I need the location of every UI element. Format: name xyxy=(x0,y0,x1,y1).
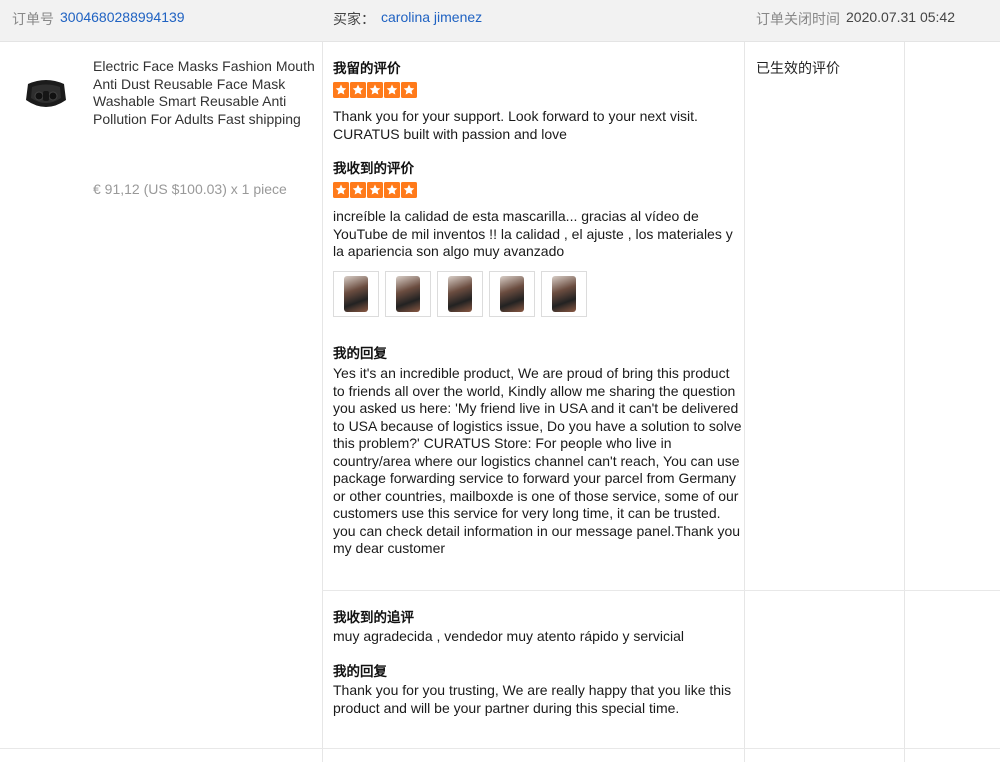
followup-review-title: 我收到的追评 xyxy=(333,610,414,625)
my-review-text: Thank you for your support. Look forward… xyxy=(333,108,698,142)
closed-time-label: 订单关闭时间 xyxy=(756,11,840,27)
face-mask-image[interactable] xyxy=(22,70,70,118)
photo-image xyxy=(500,275,524,312)
my-review-title: 我留的评价 xyxy=(333,61,401,76)
column-divider xyxy=(904,42,905,762)
buyer-label: 买家： xyxy=(333,11,375,27)
received-review-text: increíble la calidad de esta mascarilla.… xyxy=(333,208,733,259)
review-photo-thumbnail[interactable] xyxy=(489,270,535,317)
my-review-section: 我留的评价 Thank you for your support. Look f… xyxy=(333,60,743,143)
review-photo-thumbnail[interactable] xyxy=(437,270,483,317)
star-icon xyxy=(401,82,417,98)
followup-reply-title: 我的回复 xyxy=(333,664,387,679)
followup-reply-text: Thank you for you trusting, We are reall… xyxy=(333,682,732,716)
review-photos xyxy=(333,270,743,317)
star-icon xyxy=(333,82,349,98)
row-divider xyxy=(0,748,1000,749)
received-review-title: 我收到的评价 xyxy=(333,161,414,176)
star-icon xyxy=(384,82,400,98)
star-icon xyxy=(384,182,400,198)
column-divider xyxy=(744,42,745,762)
my-reply-title: 我的回复 xyxy=(333,346,387,361)
received-review-section: 我收到的评价 increíble la calidad de esta masc… xyxy=(333,160,743,317)
my-reply-text: Yes it's an incredible product, We are p… xyxy=(333,365,742,556)
star-icon xyxy=(367,82,383,98)
my-review-stars xyxy=(333,82,743,98)
buyer-name-link[interactable]: carolina jimenez xyxy=(381,9,482,25)
followup-reply-section: 我的回复 Thank you for you trusting, We are … xyxy=(333,663,743,717)
star-icon xyxy=(401,182,417,198)
review-photo-thumbnail[interactable] xyxy=(385,270,431,317)
my-reply-section: 我的回复 Yes it's an incredible product, We … xyxy=(333,345,743,558)
star-icon xyxy=(350,182,366,198)
photo-image xyxy=(448,275,472,312)
review-photo-thumbnail[interactable] xyxy=(541,270,587,317)
photo-image xyxy=(396,275,420,312)
followup-review-section: 我收到的追评 muy agradecida , vendedor muy ate… xyxy=(333,609,743,646)
column-divider xyxy=(322,42,323,762)
star-icon xyxy=(333,182,349,198)
star-icon xyxy=(350,82,366,98)
star-icon xyxy=(367,182,383,198)
review-photo-thumbnail[interactable] xyxy=(333,270,379,317)
received-review-stars xyxy=(333,182,743,198)
closed-time-value: 2020.07.31 05:42 xyxy=(846,9,955,25)
order-number-link[interactable]: 3004680288994139 xyxy=(60,9,185,25)
followup-review-text: muy agradecida , vendedor muy atento ráp… xyxy=(333,628,684,644)
product-title[interactable]: Electric Face Masks Fashion Mouth Anti D… xyxy=(93,58,318,128)
photo-image xyxy=(344,275,368,312)
order-header: 订单号 3004680288994139 买家： carolina jimene… xyxy=(0,0,1000,42)
order-number-label: 订单号 xyxy=(12,11,54,27)
photo-image xyxy=(552,275,576,312)
review-status: 已生效的评价 xyxy=(756,60,840,76)
row-divider xyxy=(322,590,1000,591)
product-price: € 91,12 (US $100.03) x 1 piece xyxy=(93,181,287,197)
